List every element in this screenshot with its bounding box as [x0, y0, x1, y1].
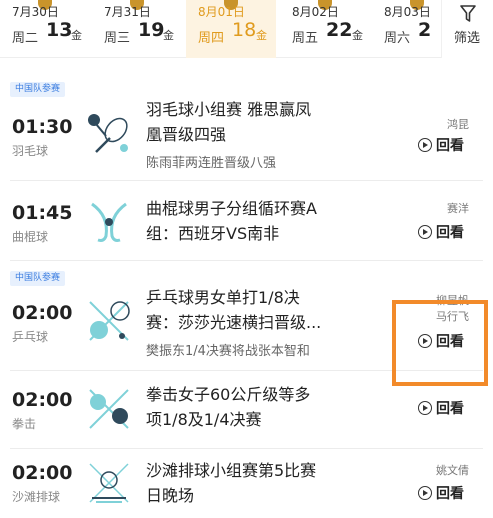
event-sport: 拳击	[12, 417, 37, 431]
row-divider	[10, 180, 483, 181]
hockey-icon	[91, 202, 127, 242]
event-title-line2: 项1/8及1/4决赛	[146, 410, 262, 429]
event-time: 02:00	[12, 462, 73, 484]
filter-icon	[460, 5, 476, 22]
replay-label: 回看	[436, 225, 464, 241]
gold-count: 13	[46, 19, 73, 41]
gold-unit: 金	[352, 29, 363, 42]
date-label: 7月31日	[104, 5, 151, 19]
commentator-name: 鸿昆	[447, 118, 469, 131]
event-subtitle: 樊振东1/4决赛将战张本智和	[146, 344, 310, 359]
highlight-box	[392, 300, 488, 386]
date-tab-0730[interactable]: 7月30日 周二 13 金	[0, 0, 90, 58]
event-title-line1: 乒乓球男女单打1/8决	[146, 288, 300, 307]
replay-label: 回看	[436, 401, 464, 417]
event-time: 02:00	[12, 302, 73, 324]
weekday-label: 周二	[12, 31, 39, 46]
gold-count: 19	[138, 19, 165, 41]
event-time: 02:00	[12, 389, 73, 411]
date-label: 8月01日	[198, 5, 245, 19]
event-sport: 羽毛球	[12, 144, 49, 158]
date-label: 7月30日	[12, 5, 59, 19]
gold-unit: 金	[71, 29, 82, 42]
event-subtitle: 陈雨菲两连胜晋级八强	[146, 156, 277, 171]
event-sport: 乒乓球	[12, 330, 49, 344]
event-sport: 曲棍球	[12, 230, 49, 244]
event-title-line1: 拳击女子60公斤级等多	[146, 385, 311, 404]
weekday-label: 周五	[292, 31, 319, 46]
weekday-label: 周六	[384, 31, 411, 46]
play-icon	[418, 486, 432, 500]
event-title-line2: 日晚场	[146, 486, 195, 505]
weekday-label: 周三	[104, 31, 131, 46]
replay-label: 回看	[436, 486, 464, 502]
event-sport: 沙滩排球	[12, 490, 61, 504]
gold-unit: 金	[163, 29, 174, 42]
date-selector-bar: 7月30日 周二 13 金 7月31日 周三 19 金 8月01日 周四 18 …	[0, 0, 493, 58]
filter-button[interactable]: 筛选	[441, 0, 493, 58]
date-tab-0801[interactable]: 8月01日 周四 18 金	[186, 0, 276, 58]
event-title-line2: 赛：莎莎光速横扫晋级...	[146, 313, 322, 332]
event-time: 01:45	[12, 202, 73, 224]
replay-label: 回看	[436, 138, 464, 154]
boxing-icon	[89, 389, 129, 429]
filter-label: 筛选	[454, 31, 481, 46]
event-title-line2: 凰晋级四强	[146, 125, 227, 144]
replay-button[interactable]: 回看	[418, 135, 464, 155]
play-icon	[418, 225, 432, 239]
play-icon	[418, 138, 432, 152]
date-tab-0731[interactable]: 7月31日 周三 19 金	[92, 0, 182, 58]
replay-button[interactable]: 回看	[418, 483, 464, 503]
event-title-line1: 曲棍球男子分组循环赛A	[146, 199, 317, 218]
event-title-line2: 组：西班牙VS南非	[146, 224, 280, 243]
china-team-tag: 中国队参赛	[10, 82, 66, 97]
row-divider	[10, 448, 483, 449]
badminton-icon	[88, 114, 128, 153]
event-title-line1: 羽毛球小组赛 雅思赢凤	[146, 100, 312, 119]
date-label: 8月03日	[384, 5, 431, 19]
beach-volleyball-icon	[89, 463, 129, 503]
replay-button[interactable]: 回看	[418, 398, 464, 418]
gold-count: 2	[418, 19, 432, 41]
gold-count: 22	[326, 19, 353, 41]
row-divider	[10, 260, 483, 261]
commentator-name: 姚文倩	[436, 464, 469, 477]
gold-count: 18	[232, 19, 257, 41]
weekday-label: 周四	[198, 31, 225, 46]
event-title-line1: 沙滩排球小组赛第5比赛	[146, 461, 317, 480]
play-icon	[418, 401, 432, 415]
table-tennis-icon	[89, 301, 130, 341]
date-tab-0802[interactable]: 8月02日 周五 22 金	[280, 0, 370, 58]
commentator-name: 赛洋	[447, 202, 469, 215]
date-label: 8月02日	[292, 5, 339, 19]
china-team-tag: 中国队参赛	[10, 271, 66, 286]
replay-button[interactable]: 回看	[418, 222, 464, 242]
gold-unit: 金	[256, 29, 267, 42]
event-time: 01:30	[12, 116, 73, 138]
